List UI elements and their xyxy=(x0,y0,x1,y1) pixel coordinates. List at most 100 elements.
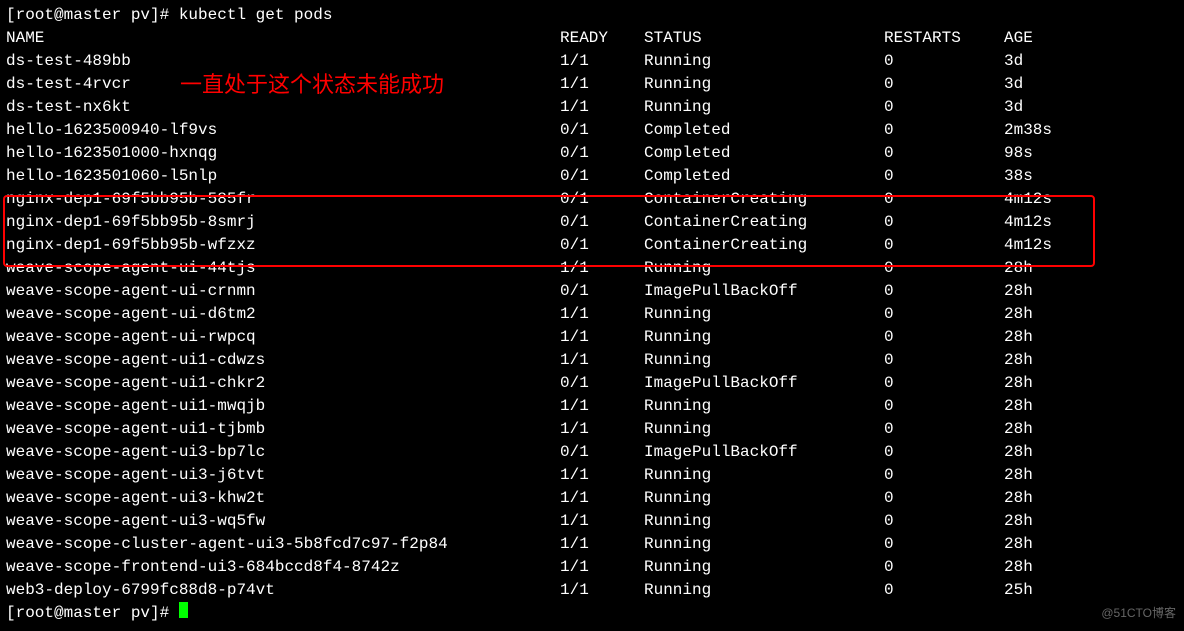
cell-status: Running xyxy=(644,533,884,556)
cell-status: Running xyxy=(644,50,884,73)
cell-status: Running xyxy=(644,487,884,510)
cell-restarts: 0 xyxy=(884,441,1004,464)
table-row: nginx-dep1-69f5bb95b-wfzxz0/1ContainerCr… xyxy=(6,234,1184,257)
cell-ready: 1/1 xyxy=(560,418,644,441)
cell-restarts: 0 xyxy=(884,142,1004,165)
cell-age: 28h xyxy=(1004,441,1033,464)
cell-restarts: 0 xyxy=(884,349,1004,372)
cell-name: weave-scope-agent-ui3-khw2t xyxy=(6,487,560,510)
cell-restarts: 0 xyxy=(884,579,1004,602)
cell-ready: 1/1 xyxy=(560,579,644,602)
cell-age: 38s xyxy=(1004,165,1033,188)
cell-status: ContainerCreating xyxy=(644,188,884,211)
cell-name: weave-scope-agent-ui1-chkr2 xyxy=(6,372,560,395)
cell-restarts: 0 xyxy=(884,372,1004,395)
cell-status: ImagePullBackOff xyxy=(644,280,884,303)
table-row: hello-1623501060-l5nlp0/1Completed038s xyxy=(6,165,1184,188)
cell-ready: 0/1 xyxy=(560,188,644,211)
cell-restarts: 0 xyxy=(884,165,1004,188)
cell-ready: 0/1 xyxy=(560,372,644,395)
cell-status: Completed xyxy=(644,165,884,188)
cell-age: 28h xyxy=(1004,257,1033,280)
cell-restarts: 0 xyxy=(884,119,1004,142)
header-name: NAME xyxy=(6,27,560,50)
cell-restarts: 0 xyxy=(884,510,1004,533)
header-status: STATUS xyxy=(644,27,884,50)
cell-restarts: 0 xyxy=(884,464,1004,487)
cell-age: 28h xyxy=(1004,372,1033,395)
cell-ready: 0/1 xyxy=(560,441,644,464)
cell-restarts: 0 xyxy=(884,556,1004,579)
table-row: weave-scope-agent-ui1-mwqjb1/1Running028… xyxy=(6,395,1184,418)
table-row: weave-scope-cluster-agent-ui3-5b8fcd7c97… xyxy=(6,533,1184,556)
cell-status: ContainerCreating xyxy=(644,234,884,257)
cell-ready: 0/1 xyxy=(560,280,644,303)
cell-status: Running xyxy=(644,349,884,372)
cell-name: hello-1623501060-l5nlp xyxy=(6,165,560,188)
cell-name: ds-test-489bb xyxy=(6,50,560,73)
cell-status: Completed xyxy=(644,119,884,142)
cell-restarts: 0 xyxy=(884,280,1004,303)
cell-age: 98s xyxy=(1004,142,1033,165)
cell-ready: 1/1 xyxy=(560,556,644,579)
cell-name: weave-scope-agent-ui3-wq5fw xyxy=(6,510,560,533)
terminal-output: [root@master pv]# kubectl get pods NAME … xyxy=(6,4,1184,625)
table-row: nginx-dep1-69f5bb95b-8smrj0/1ContainerCr… xyxy=(6,211,1184,234)
cell-status: Running xyxy=(644,418,884,441)
cell-ready: 1/1 xyxy=(560,326,644,349)
cell-ready: 1/1 xyxy=(560,487,644,510)
cell-ready: 1/1 xyxy=(560,257,644,280)
table-row: weave-scope-agent-ui-crnmn0/1ImagePullBa… xyxy=(6,280,1184,303)
cell-status: Running xyxy=(644,303,884,326)
cell-ready: 0/1 xyxy=(560,165,644,188)
cell-restarts: 0 xyxy=(884,418,1004,441)
cell-age: 4m12s xyxy=(1004,234,1052,257)
cell-restarts: 0 xyxy=(884,188,1004,211)
cell-ready: 0/1 xyxy=(560,211,644,234)
cell-age: 28h xyxy=(1004,533,1033,556)
cell-name: ds-test-nx6kt xyxy=(6,96,560,119)
cursor-icon xyxy=(179,602,188,618)
cell-ready: 1/1 xyxy=(560,96,644,119)
table-row: weave-scope-agent-ui1-cdwzs1/1Running028… xyxy=(6,349,1184,372)
table-row: weave-scope-frontend-ui3-684bccd8f4-8742… xyxy=(6,556,1184,579)
cell-age: 28h xyxy=(1004,487,1033,510)
cell-name: weave-scope-agent-ui-rwpcq xyxy=(6,326,560,349)
cell-restarts: 0 xyxy=(884,257,1004,280)
cell-restarts: 0 xyxy=(884,211,1004,234)
cell-age: 3d xyxy=(1004,96,1023,119)
cell-name: weave-scope-cluster-agent-ui3-5b8fcd7c97… xyxy=(6,533,560,556)
cell-ready: 0/1 xyxy=(560,119,644,142)
cell-restarts: 0 xyxy=(884,73,1004,96)
cell-status: Running xyxy=(644,257,884,280)
cell-ready: 1/1 xyxy=(560,533,644,556)
header-age: AGE xyxy=(1004,27,1033,50)
table-row: web3-deploy-6799fc88d8-p74vt1/1Running02… xyxy=(6,579,1184,602)
cell-name: ds-test-4rvcr xyxy=(6,73,560,96)
cell-ready: 1/1 xyxy=(560,395,644,418)
cell-restarts: 0 xyxy=(884,395,1004,418)
cell-name: weave-scope-agent-ui-d6tm2 xyxy=(6,303,560,326)
cell-status: Running xyxy=(644,96,884,119)
cell-status: ImagePullBackOff xyxy=(644,372,884,395)
table-row: weave-scope-agent-ui-44tjs1/1Running028h xyxy=(6,257,1184,280)
table-row: nginx-dep1-69f5bb95b-585fr0/1ContainerCr… xyxy=(6,188,1184,211)
next-prompt-line[interactable]: [root@master pv]# xyxy=(6,602,1184,625)
cell-name: hello-1623500940-lf9vs xyxy=(6,119,560,142)
cell-age: 28h xyxy=(1004,464,1033,487)
cell-age: 3d xyxy=(1004,73,1023,96)
cell-name: weave-scope-agent-ui3-bp7lc xyxy=(6,441,560,464)
shell-prompt: [root@master pv]# xyxy=(6,4,179,27)
table-row: weave-scope-agent-ui-d6tm21/1Running028h xyxy=(6,303,1184,326)
table-row: weave-scope-agent-ui-rwpcq1/1Running028h xyxy=(6,326,1184,349)
cell-name: weave-scope-agent-ui-crnmn xyxy=(6,280,560,303)
cell-age: 28h xyxy=(1004,303,1033,326)
cell-age: 2m38s xyxy=(1004,119,1052,142)
cell-name: weave-scope-agent-ui1-cdwzs xyxy=(6,349,560,372)
cell-name: nginx-dep1-69f5bb95b-wfzxz xyxy=(6,234,560,257)
cell-status: Completed xyxy=(644,142,884,165)
cell-age: 4m12s xyxy=(1004,211,1052,234)
cell-name: weave-scope-frontend-ui3-684bccd8f4-8742… xyxy=(6,556,560,579)
table-header: NAME READY STATUS RESTARTS AGE xyxy=(6,27,1184,50)
table-row: weave-scope-agent-ui1-tjbmb1/1Running028… xyxy=(6,418,1184,441)
